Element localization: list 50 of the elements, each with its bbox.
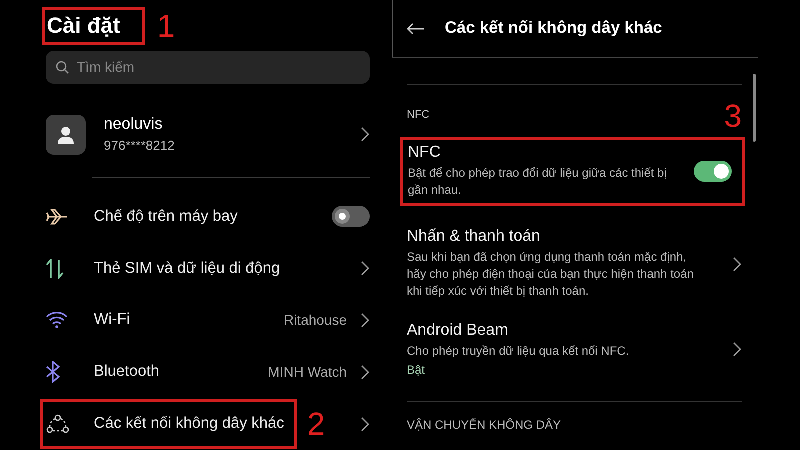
settings-row[interactable]: Thẻ SIM và dữ liệu di động — [46, 242, 370, 294]
back-arrow-icon[interactable] — [407, 22, 425, 34]
option-row[interactable]: Android Beam Cho phép truyền dữ liệu qua kết nối NFC. Bật — [407, 322, 742, 377]
section-header: NFC — [407, 109, 430, 123]
toggle-switch[interactable] — [694, 161, 732, 182]
chevron-icon — [361, 261, 370, 276]
chevron-icon — [733, 342, 742, 357]
setting-label: Thẻ SIM và dữ liệu di động — [94, 260, 282, 278]
bluetooth-icon — [46, 361, 60, 384]
setting-label: Wi-Fi — [94, 311, 132, 330]
option-status: Bật — [407, 363, 426, 377]
option-row[interactable]: Nhấn & thanh toán Sau khi bạn đã chọn ứng dụng thanh toán mặc định, hãy cho phép điện thoại của bạn thực hiện thanh toán khi tiếp xúc với thiết bị thanh toán. — [407, 228, 742, 300]
option-description: Sau khi bạn đã chọn ứng dụng thanh toán mặc định, hãy cho phép điện thoại của bạn thực hiện thanh toán khi tiếp xúc với thiết bị thanh toán. — [407, 249, 695, 300]
airplane-icon — [46, 208, 68, 226]
settings-row[interactable]: Các kết nối không dây khác 2 — [46, 398, 370, 450]
settings-row[interactable]: Chế độ trên máy bay — [46, 190, 370, 243]
callout-number: 3 — [724, 100, 742, 132]
callout-number: 1 — [157, 10, 176, 42]
search-field[interactable]: Tìm kiếm — [46, 51, 370, 84]
wifi-icon — [46, 311, 68, 330]
screen-title: Các kết nối không dây khác — [445, 19, 662, 38]
person-silhouette-icon — [57, 126, 75, 144]
option-title: NFC — [408, 144, 442, 162]
chevron-icon — [361, 127, 370, 142]
toggle-switch[interactable] — [332, 206, 370, 228]
settings-row[interactable]: Bluetooth MINH Watch — [46, 346, 370, 398]
section-header: VẬN CHUYỂN KHÔNG DÂY — [407, 418, 562, 432]
option-title: Nhấn & thanh toán — [407, 228, 542, 246]
setting-label: Bluetooth — [94, 363, 160, 382]
search-icon — [56, 60, 69, 74]
chevron-icon — [361, 364, 370, 380]
connections-icon — [46, 414, 70, 434]
account-name: neoluvis — [104, 116, 164, 134]
settings-row[interactable]: Wi-Fi Ritahouse — [46, 294, 370, 346]
search-placeholder: Tìm kiếm — [77, 59, 135, 76]
scrollbar — [753, 74, 756, 142]
option-description: Bật để cho phép trao đổi dữ liệu giữa các thiết bị gần nhau. — [408, 165, 668, 199]
chevron-icon — [361, 416, 370, 432]
setting-value: MINH Watch — [268, 364, 347, 380]
option-title: Android Beam — [407, 322, 510, 340]
data-arrows-icon — [46, 258, 64, 279]
setting-value: Ritahouse — [284, 312, 347, 328]
setting-label: Chế độ trên máy bay — [94, 208, 239, 226]
account-phone: 976****8212 — [104, 138, 176, 154]
page-title: Cài đặt — [46, 12, 122, 40]
option-description: Cho phép truyền dữ liệu qua kết nối NFC. — [407, 343, 630, 360]
callout-number: 2 — [307, 408, 326, 440]
chevron-icon — [733, 256, 742, 272]
setting-label: Các kết nối không dây khác — [94, 415, 286, 434]
chevron-icon — [361, 312, 370, 328]
